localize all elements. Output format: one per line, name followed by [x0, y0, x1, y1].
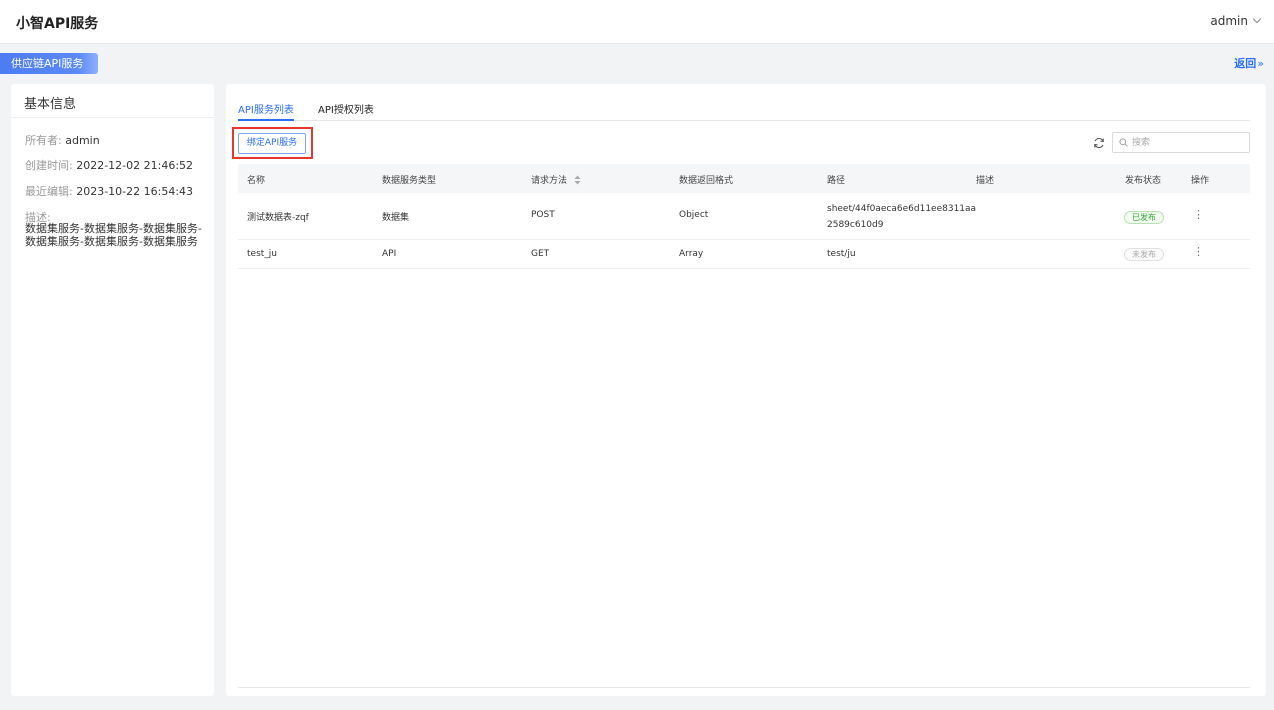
owner-row: 所有者: admin: [25, 132, 100, 148]
col-publish-status: 发布状态: [1125, 176, 1162, 186]
back-label: 返回: [1234, 57, 1257, 70]
cell-format: Array: [679, 249, 704, 259]
more-actions-icon[interactable]: ⋮: [1193, 245, 1204, 258]
app-title: 小智API服务: [16, 16, 99, 32]
cell-type: API: [382, 249, 397, 259]
col-actions: 操作: [1191, 176, 1210, 186]
cell-name: test_ju: [247, 249, 277, 259]
cell-method: POST: [531, 210, 555, 220]
description-value: 数据集服务-数据集服务-数据集服务-数据集服务-数据集服务-数据集服务: [25, 222, 202, 248]
tab-api-auth-list[interactable]: API授权列表: [318, 101, 374, 120]
table-row[interactable]: 测试数据表-zqf 数据集 POST Object sheet/44f0aeca…: [238, 193, 1250, 240]
owner-value: admin: [65, 134, 100, 147]
table-bottom-divider: [238, 687, 1250, 688]
cell-name: 测试数据表-zqf: [247, 213, 309, 223]
col-description: 描述: [976, 176, 995, 186]
status-badge: 未发布: [1124, 248, 1164, 261]
top-bar: 小智API服务 admin: [0, 0, 1274, 44]
table-row[interactable]: test_ju API GET Array test/ju 未发布 ⋮: [238, 240, 1250, 269]
table-header: 名称 数据服务类型 请求方法 数据返回格式 路径 描述 发布状态 操作: [238, 164, 1250, 193]
refresh-icon[interactable]: [1092, 136, 1106, 150]
basic-info-panel: 基本信息 所有者: admin 创建时间: 2022-12-02 21:46:5…: [11, 84, 214, 696]
created-row: 创建时间: 2022-12-02 21:46:52: [25, 157, 193, 173]
cell-path: test/ju: [827, 249, 856, 259]
cell-path-line: sheet/44f0aeca6e6d11ee8311aa: [827, 204, 977, 214]
bind-api-service-button[interactable]: 绑定API服务: [238, 133, 306, 154]
back-link[interactable]: 返回»: [1234, 55, 1264, 71]
edited-label: 最近编辑:: [25, 185, 73, 198]
service-tag: 供应链API服务: [0, 53, 98, 74]
edited-row: 最近编辑: 2023-10-22 16:54:43: [25, 183, 193, 199]
status-badge: 已发布: [1124, 211, 1164, 224]
cell-path-line: 2589c610d9: [827, 220, 884, 230]
user-name: admin: [1210, 14, 1248, 28]
created-label: 创建时间:: [25, 159, 73, 172]
cell-method: GET: [531, 249, 550, 259]
chevron-down-icon: [1252, 14, 1262, 24]
col-request-method-label: 请求方法: [531, 176, 568, 186]
created-value: 2022-12-02 21:46:52: [76, 159, 194, 172]
search-input[interactable]: [1132, 135, 1242, 150]
sort-icon[interactable]: [574, 175, 581, 185]
tab-api-service-list[interactable]: API服务列表: [238, 101, 294, 121]
col-name: 名称: [247, 176, 266, 186]
col-path: 路径: [827, 176, 846, 186]
user-menu[interactable]: admin: [1210, 14, 1262, 28]
search-field[interactable]: [1112, 132, 1250, 153]
api-service-table: 名称 数据服务类型 请求方法 数据返回格式 路径 描述 发布状态 操作 测试数据…: [238, 164, 1250, 269]
edited-value: 2023-10-22 16:54:43: [76, 185, 194, 198]
cell-format: Object: [679, 210, 709, 220]
owner-label: 所有者:: [25, 134, 62, 147]
col-request-method[interactable]: 请求方法: [531, 173, 581, 186]
double-chevron-right-icon: »: [1257, 57, 1264, 70]
more-actions-icon[interactable]: ⋮: [1193, 208, 1204, 221]
cell-type: 数据集: [382, 213, 410, 223]
search-icon: [1119, 138, 1128, 147]
main-panel: API服务列表 API授权列表 绑定API服务 名称 数据服务类型 请求方法: [226, 84, 1266, 696]
cell-path: sheet/44f0aeca6e6d11ee8311aa 2589c610d9: [827, 201, 977, 233]
col-return-format: 数据返回格式: [679, 176, 734, 186]
basic-info-title: 基本信息: [11, 84, 214, 118]
tab-bar: API服务列表 API授权列表: [238, 101, 1250, 121]
col-service-type: 数据服务类型: [382, 176, 437, 186]
